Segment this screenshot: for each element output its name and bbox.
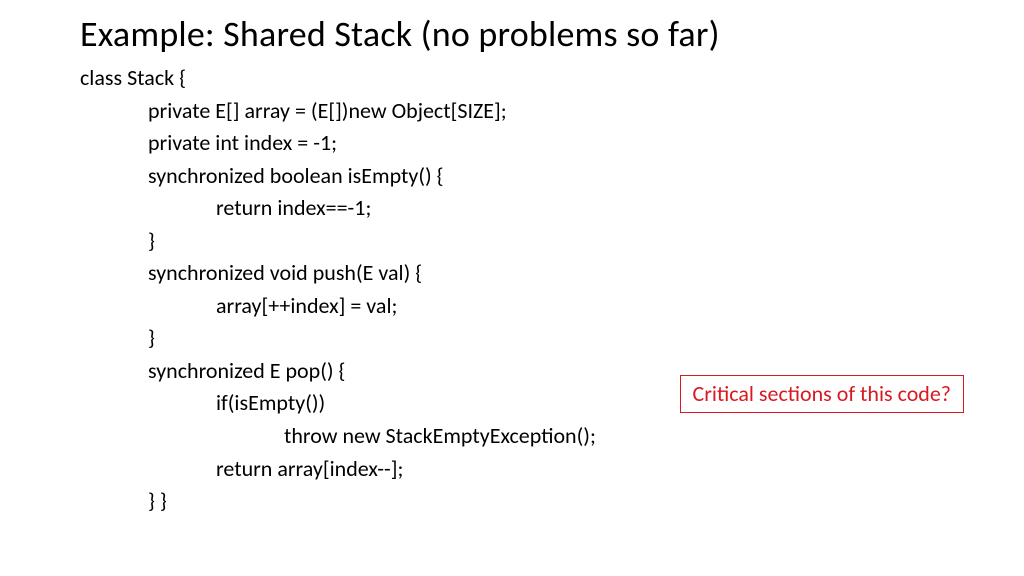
code-line: } (80, 225, 1024, 258)
code-line: class Stack { (80, 62, 1024, 95)
code-line: array[++index] = val; (80, 290, 1024, 323)
code-line: synchronized boolean isEmpty() { (80, 160, 1024, 193)
code-line: private int index = -1; (80, 127, 1024, 160)
code-line: return index==-1; (80, 192, 1024, 225)
code-line: } } (80, 485, 1024, 518)
code-line: throw new StackEmptyException(); (80, 420, 1024, 453)
code-block: class Stack { private E[] array = (E[])n… (80, 62, 1024, 518)
code-line: private E[] array = (E[])new Object[SIZE… (80, 95, 1024, 128)
slide: Example: Shared Stack (no problems so fa… (0, 0, 1024, 576)
code-line: synchronized void push(E val) { (80, 257, 1024, 290)
slide-title: Example: Shared Stack (no problems so fa… (80, 12, 1024, 56)
callout-box: Critical sections of this code? (680, 375, 965, 413)
code-line: } (80, 322, 1024, 355)
code-line: return array[index--]; (80, 453, 1024, 486)
